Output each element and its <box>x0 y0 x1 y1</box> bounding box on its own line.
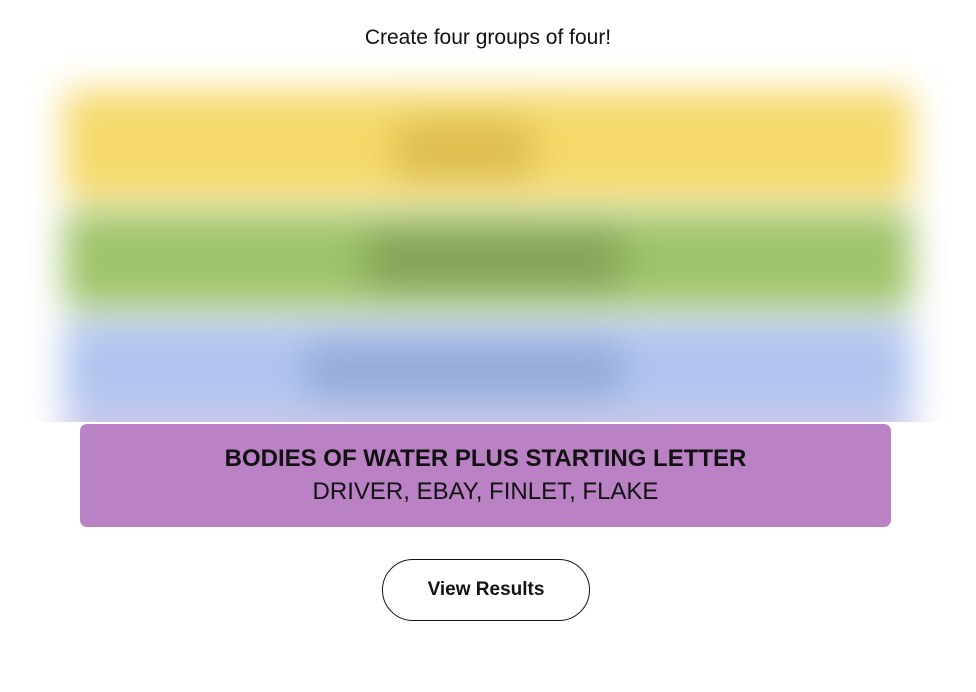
obscured-text-yellow <box>394 120 534 180</box>
solved-group-title: BODIES OF WATER PLUS STARTING LETTER <box>224 445 747 472</box>
solved-group-members: DRIVER, EBAY, FINLET, FLAKE <box>312 478 659 505</box>
game-page: Create four groups of four! BODIES OF WA… <box>0 0 976 692</box>
obscured-solved-groups <box>24 52 952 422</box>
solved-group-card-purple: BODIES OF WATER PLUS STARTING LETTER DRI… <box>80 424 891 527</box>
obscured-groups-blur <box>64 70 912 422</box>
obscured-text-green <box>364 230 624 290</box>
view-results-button[interactable]: View Results <box>382 559 590 621</box>
instructions-text: Create four groups of four! <box>364 26 612 49</box>
obscured-text-blue <box>304 340 624 400</box>
